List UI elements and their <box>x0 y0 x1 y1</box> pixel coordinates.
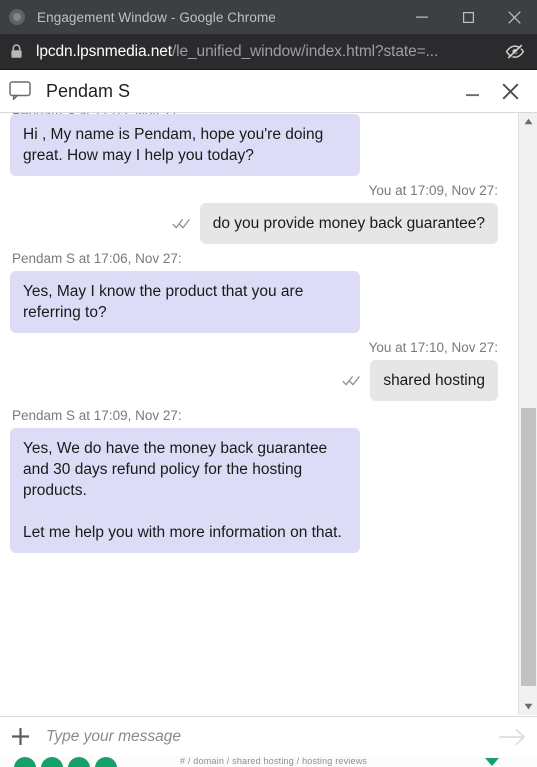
browser-address-bar[interactable]: lpcdn.lpsnmedia.net/le_unified_window/in… <box>0 34 537 70</box>
message-row: do you provide money back guarantee? <box>10 203 508 244</box>
chat-bubble-icon <box>9 81 31 101</box>
strip-chip <box>68 757 90 767</box>
window-maximize-button[interactable] <box>445 0 491 34</box>
url-text: lpcdn.lpsnmedia.net/le_unified_window/in… <box>36 43 438 61</box>
scrollbar-thumb[interactable] <box>521 408 536 686</box>
browser-window-title: Engagement Window - Google Chrome <box>37 9 276 25</box>
strip-chip-group <box>14 757 117 767</box>
strip-chip <box>41 757 63 767</box>
message-timestamp: You at 17:10, Nov 27: <box>368 340 498 355</box>
window-minimize-button[interactable] <box>399 0 445 34</box>
message-bubble: do you provide money back guarantee? <box>199 203 498 244</box>
message-timestamp: Pendam S at 17:06, Nov 27: <box>12 251 182 266</box>
message-timestamp: You at 17:09, Nov 27: <box>368 183 498 198</box>
message-group: Pendam S at 17:09, Nov 27: Yes, We do hav… <box>10 401 508 553</box>
chat-transcript: Pendam S at 17:05, Nov 27:Hi , My name i… <box>0 113 537 715</box>
message-list: Pendam S at 17:05, Nov 27:Hi , My name i… <box>0 113 518 715</box>
window-close-button[interactable] <box>491 0 537 34</box>
message-row: Yes, May I know the product that you are… <box>10 271 508 333</box>
message-bubble: Yes, May I know the product that you are… <box>10 271 360 333</box>
chat-close-button[interactable] <box>493 74 527 108</box>
scrollbar-down-arrow[interactable] <box>519 698 537 715</box>
transcript-scrollbar[interactable] <box>518 113 537 715</box>
chrome-logo-icon <box>9 9 25 25</box>
message-bubble: Yes, We do have the money back guarantee… <box>10 428 360 553</box>
chat-window-controls <box>455 74 527 108</box>
lock-icon <box>10 44 23 59</box>
send-button[interactable] <box>492 717 532 757</box>
message-composer <box>0 716 537 756</box>
message-input[interactable] <box>46 727 492 746</box>
message-bubble: Hi , My name is Pendam, hope you're doin… <box>10 114 360 176</box>
message-group: You at 17:10, Nov 27: shared hosting <box>10 333 508 401</box>
message-row: Hi , My name is Pendam, hope you're doin… <box>10 114 508 176</box>
message-group: You at 17:09, Nov 27: do you provide mone… <box>10 176 508 244</box>
engagement-window-app: Engagement Window - Google Chrome lpcdn.… <box>0 0 537 767</box>
scrollbar-up-arrow[interactable] <box>519 113 537 130</box>
double-check-icon <box>342 375 362 386</box>
strip-breadcrumb-text: # / domain / shared hosting / hosting re… <box>180 756 368 766</box>
message-bubble: shared hosting <box>370 360 498 401</box>
plus-icon[interactable] <box>3 720 37 754</box>
chat-widget-header: Pendam S <box>0 70 537 113</box>
chat-agent-name: Pendam S <box>46 80 131 101</box>
url-domain: lpcdn.lpsnmedia.net <box>36 42 172 60</box>
message-row: Yes, We do have the money back guarantee… <box>10 428 508 553</box>
url-path: /le_unified_window/index.html?state=... <box>171 42 439 60</box>
strip-chip <box>14 757 36 767</box>
window-controls <box>399 0 537 34</box>
strip-chip <box>95 757 117 767</box>
message-group: Pendam S at 17:05, Nov 27:Hi , My name i… <box>10 113 508 176</box>
message-group: Pendam S at 17:06, Nov 27: Yes, May I kno… <box>10 244 508 333</box>
strip-caret-icon <box>485 758 499 766</box>
browser-title-bar: Engagement Window - Google Chrome <box>0 0 537 34</box>
chat-minimize-button[interactable] <box>455 74 489 108</box>
background-page-strip: # / domain / shared hosting / hosting re… <box>0 756 537 767</box>
double-check-icon <box>172 218 192 229</box>
eye-off-icon[interactable] <box>505 43 525 60</box>
message-timestamp: Pendam S at 17:09, Nov 27: <box>12 408 182 423</box>
message-row: shared hosting <box>10 360 508 401</box>
